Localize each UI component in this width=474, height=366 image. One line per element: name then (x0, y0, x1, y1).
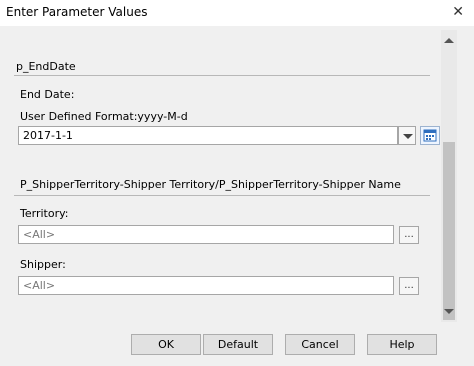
divider (14, 75, 430, 76)
default-button[interactable]: Default (203, 334, 273, 355)
enter-parameter-values-dialog: Enter Parameter Values ✕ p_EndDate End D… (0, 0, 474, 366)
scroll-thumb[interactable] (443, 142, 455, 320)
end-date-input[interactable]: 2017-1-1 (18, 126, 398, 145)
format-label: User Defined Format:yyyy-M-d (20, 110, 188, 123)
param-heading-shipper: P_ShipperTerritory-Shipper Territory/P_S… (20, 178, 401, 191)
end-date-label: End Date: (20, 88, 75, 101)
cancel-button[interactable]: Cancel (285, 334, 355, 355)
scroll-down-icon[interactable] (444, 309, 454, 314)
shipper-label: Shipper: (20, 258, 66, 271)
chevron-down-icon[interactable] (398, 126, 416, 145)
shipper-input[interactable]: <All> (18, 276, 394, 295)
vertical-scrollbar[interactable] (441, 30, 457, 322)
dialog-title: Enter Parameter Values (6, 5, 148, 19)
close-icon[interactable]: ✕ (452, 4, 464, 20)
calendar-svg (423, 129, 437, 142)
ok-button[interactable]: OK (131, 334, 201, 355)
help-button[interactable]: Help (367, 334, 437, 355)
territory-input[interactable]: <All> (18, 225, 394, 244)
shipper-browse-button[interactable]: ... (399, 277, 419, 295)
calendar-icon[interactable] (420, 126, 440, 145)
title-bar: Enter Parameter Values ✕ (0, 0, 474, 26)
territory-label: Territory: (20, 207, 69, 220)
triangle-down-icon (403, 134, 413, 139)
scroll-up-icon[interactable] (444, 38, 454, 43)
territory-browse-button[interactable]: ... (399, 226, 419, 244)
param-heading-enddate: p_EndDate (16, 60, 76, 73)
divider (14, 195, 430, 196)
